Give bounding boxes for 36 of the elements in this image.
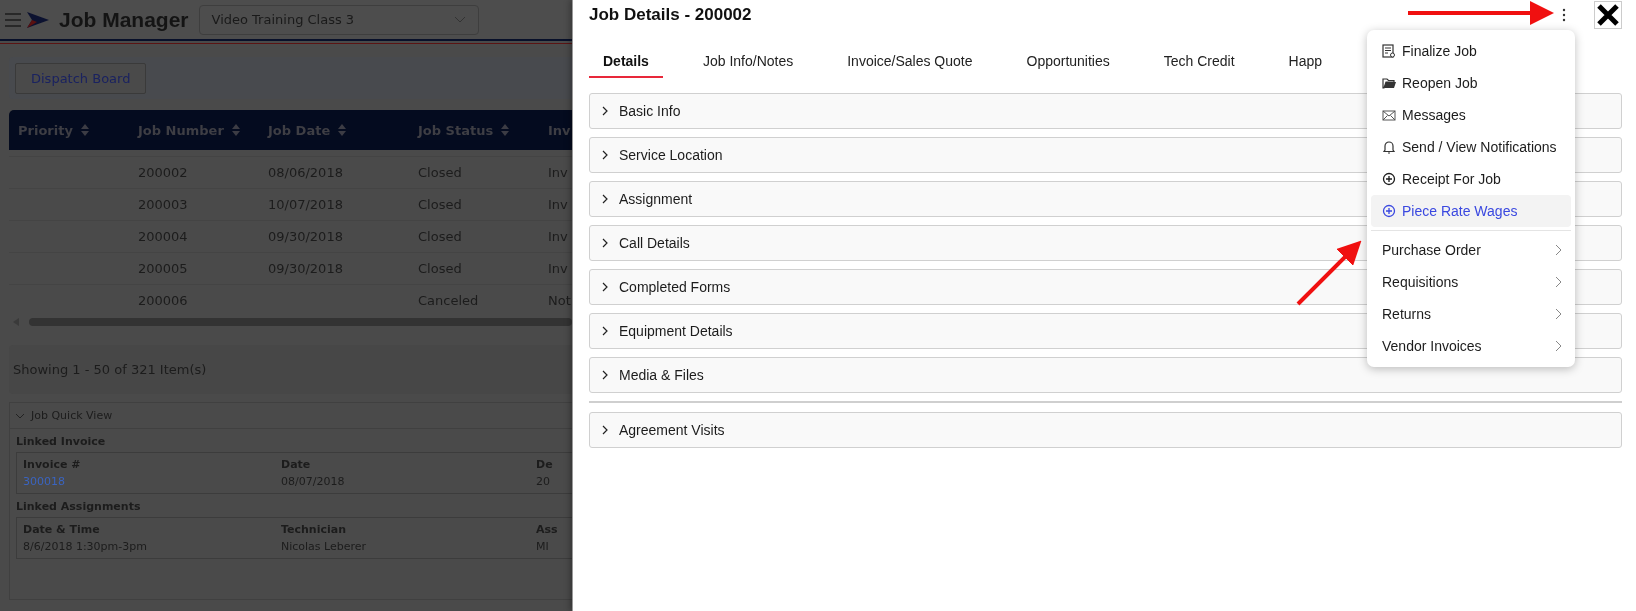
menu-item[interactable]: Requisitions <box>1371 266 1571 298</box>
tab[interactable]: Happ <box>1274 46 1337 78</box>
chevron-right-icon <box>1555 340 1562 352</box>
app-title: Job Manager <box>59 7 189 32</box>
sort-icon <box>231 123 240 137</box>
close-button[interactable] <box>1594 1 1622 29</box>
document-search-icon <box>1382 44 1396 58</box>
plus-circle-icon <box>1382 172 1396 186</box>
menu-icon <box>5 12 21 27</box>
chevron-right-icon <box>1555 276 1562 288</box>
menu-item[interactable]: Piece Rate Wages <box>1371 195 1571 227</box>
tab[interactable]: Opportunities <box>1012 46 1124 78</box>
sort-icon <box>80 123 89 137</box>
chevron-right-icon <box>1555 244 1562 256</box>
annotation-arrow <box>1296 240 1362 306</box>
folder-icon <box>1382 76 1396 90</box>
tab[interactable]: Invoice/Sales Quote <box>833 46 987 78</box>
bell-icon <box>1382 140 1396 154</box>
drawer-title: Job Details - 200002 <box>589 5 752 25</box>
sort-icon <box>338 123 347 137</box>
menu-item[interactable]: Finalize Job <box>1371 35 1571 67</box>
chevron-right-icon <box>1555 308 1562 320</box>
accordion-header[interactable]: Agreement Visits <box>589 412 1622 448</box>
plus-circle-icon <box>1382 204 1396 218</box>
horizontal-scrollbar[interactable] <box>13 316 572 328</box>
tab[interactable]: Tech Credit <box>1149 46 1249 78</box>
kebab-icon <box>1562 8 1566 22</box>
tab[interactable]: Details <box>589 46 663 78</box>
sort-icon <box>501 123 510 137</box>
chevron-down-icon <box>453 16 466 23</box>
close-icon <box>1596 3 1620 27</box>
logo-icon <box>27 11 49 28</box>
menu-item[interactable]: Messages <box>1371 99 1571 131</box>
envelope-icon <box>1382 108 1396 122</box>
tab[interactable]: Job Info/Notes <box>688 46 808 78</box>
accordion-header[interactable]: Media & Files <box>589 357 1622 393</box>
